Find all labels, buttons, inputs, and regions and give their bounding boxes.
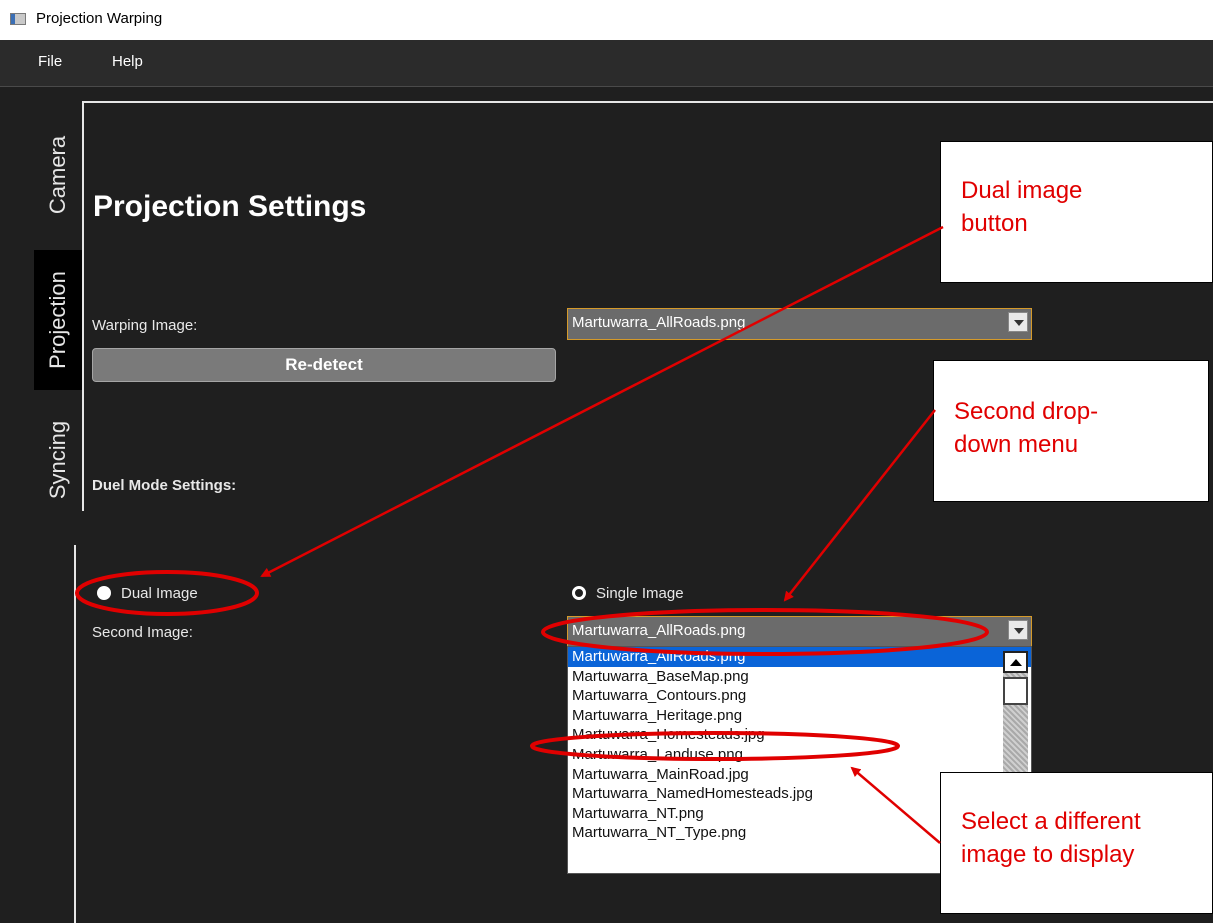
list-item[interactable]: Martuwarra_Landuse.png xyxy=(568,745,1031,765)
warping-image-dropdown[interactable]: Martuwarra_AllRoads.png xyxy=(567,308,1032,340)
panel-border-top xyxy=(83,101,1213,103)
callout-second-dropdown-line2: down menu xyxy=(954,431,1079,458)
duel-mode-heading: Duel Mode Settings: xyxy=(92,477,237,494)
list-item[interactable]: Martuwarra_Heritage.png xyxy=(568,706,1031,726)
menu-file[interactable]: File xyxy=(38,53,62,70)
tab-syncing-label: Syncing xyxy=(45,420,70,500)
scroll-up-icon[interactable] xyxy=(1003,651,1028,673)
list-item[interactable]: Martuwarra_AllRoads.png xyxy=(568,647,1031,667)
callout-dual-image-line1: Dual image xyxy=(961,177,1083,204)
callout-dual-image-line2: button xyxy=(961,210,1028,237)
page-title: Projection Settings xyxy=(93,190,367,223)
list-item[interactable]: Martuwarra_Contours.png xyxy=(568,686,1031,706)
tab-projection[interactable]: Projection xyxy=(34,250,82,390)
tab-camera[interactable]: Camera xyxy=(36,105,80,245)
chevron-down-icon[interactable] xyxy=(1008,620,1028,640)
tab-syncing[interactable]: Syncing xyxy=(36,400,80,520)
dual-image-radio[interactable] xyxy=(97,586,111,600)
tab-projection-label: Projection xyxy=(45,271,70,369)
redetect-button[interactable]: Re-detect xyxy=(92,348,556,382)
window-title: Projection Warping xyxy=(36,10,163,27)
chevron-down-icon[interactable] xyxy=(1008,312,1028,332)
callout-second-dropdown: Second drop- down menu xyxy=(933,360,1209,502)
menu-bar: File Help xyxy=(0,40,1213,87)
single-image-radio[interactable] xyxy=(572,586,586,600)
app-icon xyxy=(10,13,26,25)
warping-image-label: Warping Image: xyxy=(92,317,198,334)
tab-camera-label: Camera xyxy=(45,135,70,215)
second-image-dropdown[interactable]: Martuwarra_AllRoads.png xyxy=(567,616,1032,648)
callout-select-image: Select a different image to display xyxy=(940,772,1213,914)
callout-select-image-line2: image to display xyxy=(961,841,1135,868)
second-image-value: Martuwarra_AllRoads.png xyxy=(572,622,746,639)
panel-border-left-lower xyxy=(74,545,76,923)
second-image-label: Second Image: xyxy=(92,624,193,641)
panel-border-left xyxy=(82,101,84,511)
callout-select-image-line1: Select a different xyxy=(961,808,1141,835)
warping-image-value: Martuwarra_AllRoads.png xyxy=(572,314,746,331)
callout-second-dropdown-line1: Second drop- xyxy=(954,398,1099,425)
callout-dual-image: Dual image button xyxy=(940,141,1213,283)
list-item[interactable]: Martuwarra_BaseMap.png xyxy=(568,667,1031,687)
window-titlebar: Projection Warping xyxy=(0,0,1213,40)
menu-help[interactable]: Help xyxy=(112,53,143,70)
list-item[interactable]: Martuwarra_Homesteads.jpg xyxy=(568,725,1031,745)
dual-image-label[interactable]: Dual Image xyxy=(121,585,198,602)
single-image-label[interactable]: Single Image xyxy=(596,585,684,602)
scroll-thumb[interactable] xyxy=(1003,677,1028,705)
